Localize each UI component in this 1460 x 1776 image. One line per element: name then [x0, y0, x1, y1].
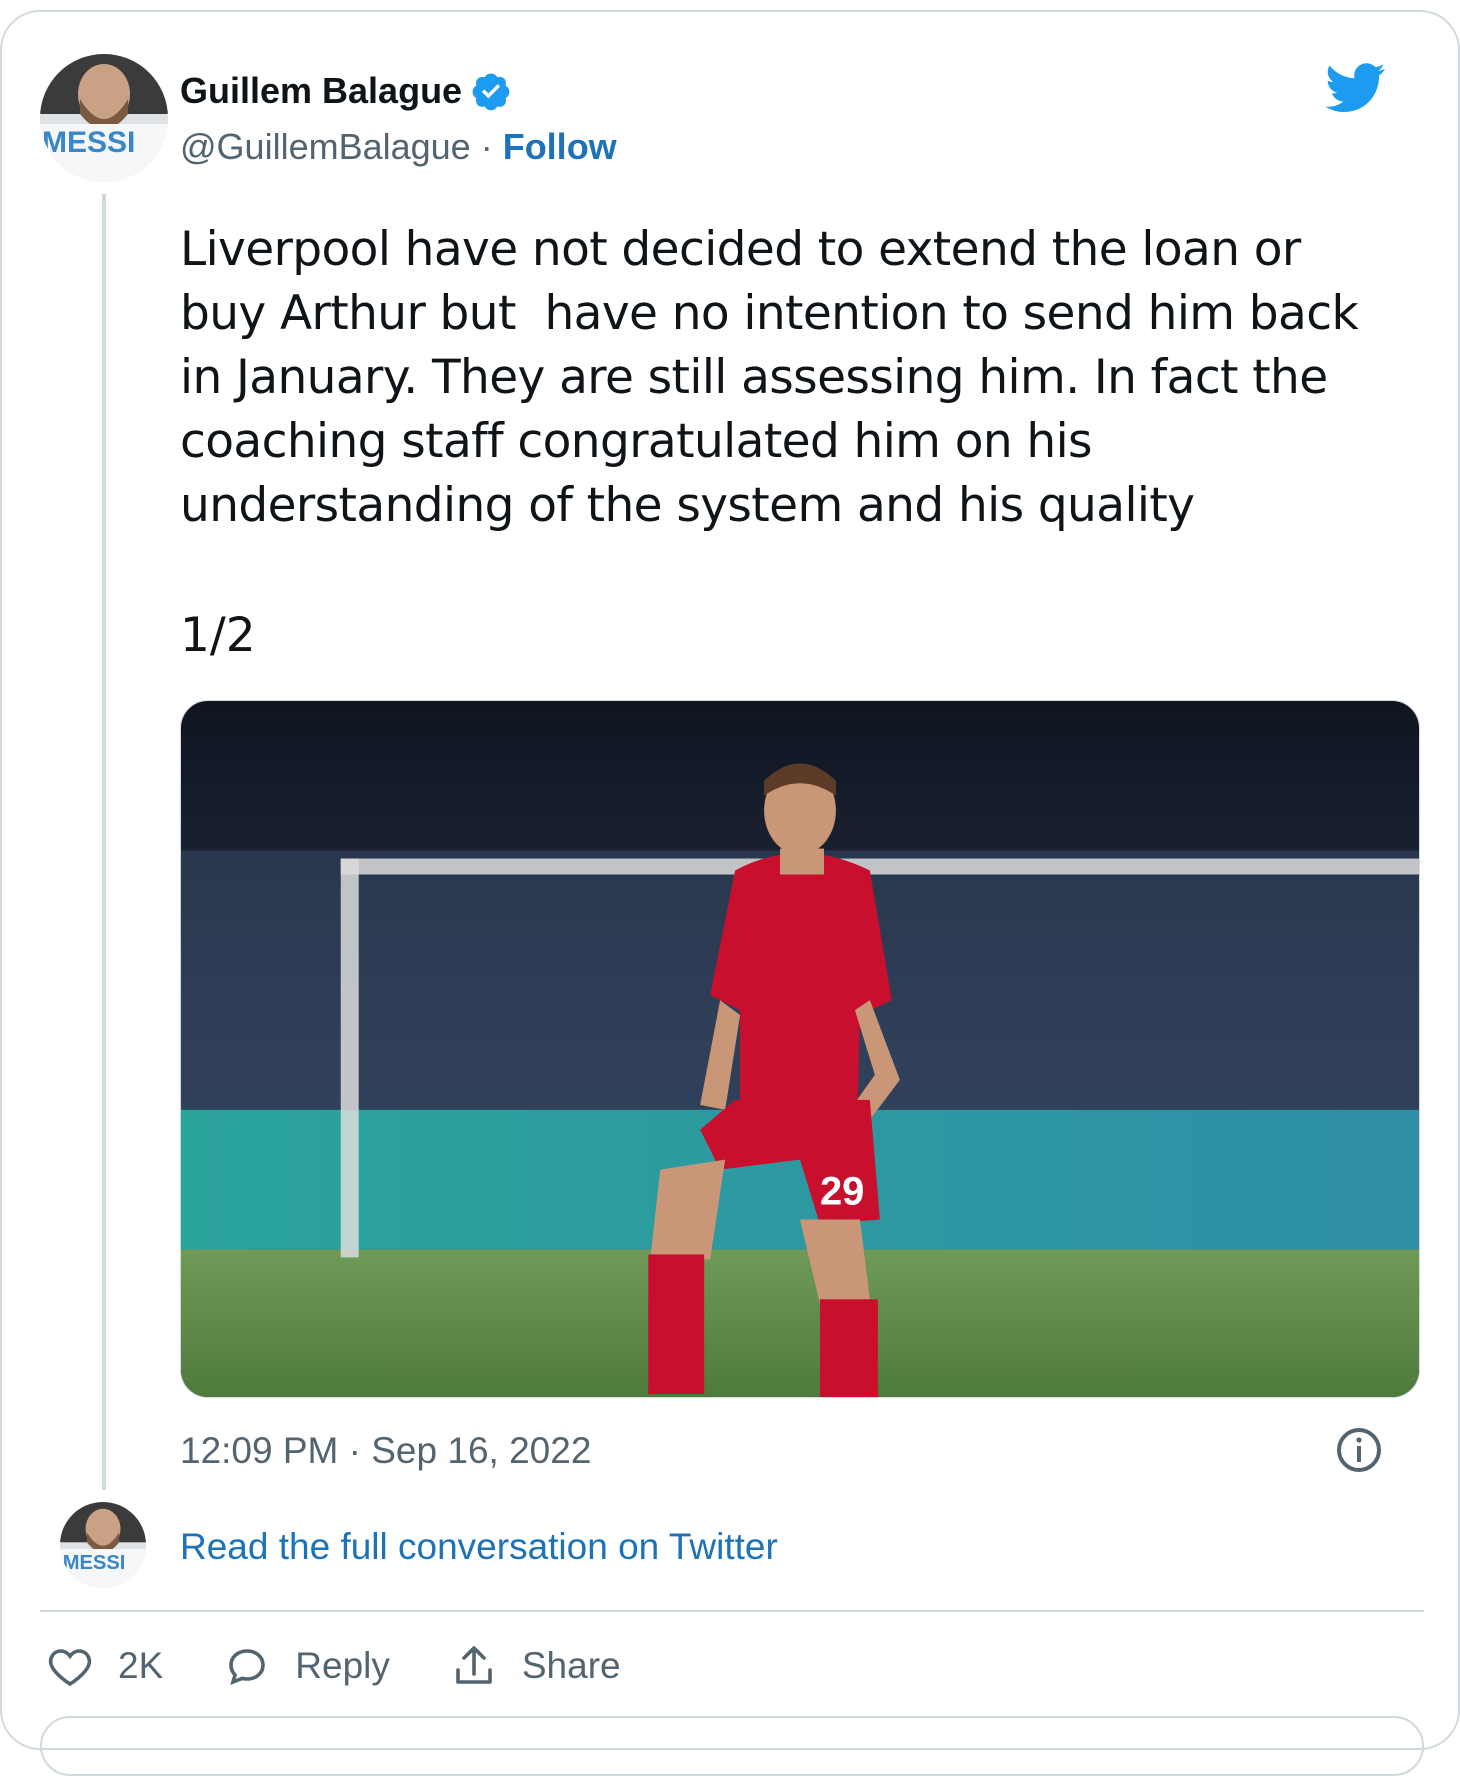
thread-connector-line — [102, 194, 106, 1490]
avatar-image: MESSI — [40, 54, 168, 182]
follow-button[interactable]: Follow — [503, 126, 617, 167]
tweet-timestamp[interactable]: 12:09 PM · Sep 16, 2022 — [180, 1430, 591, 1472]
author-handle-row: @GuillemBalague · Follow — [180, 126, 617, 168]
read-replies-pill[interactable] — [40, 1716, 1424, 1776]
actions-divider — [40, 1610, 1424, 1612]
like-count: 2K — [118, 1645, 164, 1686]
author-name-row: Guillem Balague — [180, 70, 512, 112]
verified-badge-icon — [472, 73, 510, 111]
thread-avatar-shirt-text: MESSI — [63, 1552, 126, 1574]
twitter-bird-icon[interactable] — [1326, 62, 1386, 114]
author-avatar[interactable]: MESSI — [40, 54, 168, 182]
avatar-shirt-text: MESSI — [42, 126, 135, 159]
handle-separator: · — [470, 126, 503, 167]
share-button[interactable]: Share — [450, 1642, 621, 1690]
tweet-photo[interactable]: 29 — [180, 700, 1420, 1398]
thread-avatar[interactable]: MESSI — [60, 1502, 146, 1588]
reply-label: Reply — [295, 1645, 390, 1686]
author-name[interactable]: Guillem Balague — [180, 70, 462, 112]
read-full-conversation-link[interactable]: Read the full conversation on Twitter — [180, 1526, 778, 1568]
share-label: Share — [521, 1645, 621, 1686]
tweet-card: MESSI Guillem Balague @GuillemBalague · … — [0, 10, 1460, 1776]
heart-icon — [48, 1649, 92, 1687]
info-icon[interactable] — [1335, 1426, 1383, 1474]
thread-count: 1/2 — [180, 608, 256, 663]
share-icon — [456, 1646, 492, 1684]
reply-button[interactable]: Reply — [223, 1642, 390, 1690]
reply-bubble-icon — [229, 1649, 266, 1686]
photo-football-player: 29 — [181, 701, 1419, 1397]
tweet-text: Liverpool have not decided to extend the… — [180, 222, 1359, 533]
author-handle[interactable]: @GuillemBalague — [180, 126, 471, 167]
shirt-number: 29 — [820, 1170, 864, 1214]
tweet-actions-bar: 2K Reply Share — [46, 1642, 681, 1690]
like-button[interactable]: 2K — [46, 1642, 163, 1690]
thread-avatar-image: MESSI — [60, 1502, 146, 1588]
